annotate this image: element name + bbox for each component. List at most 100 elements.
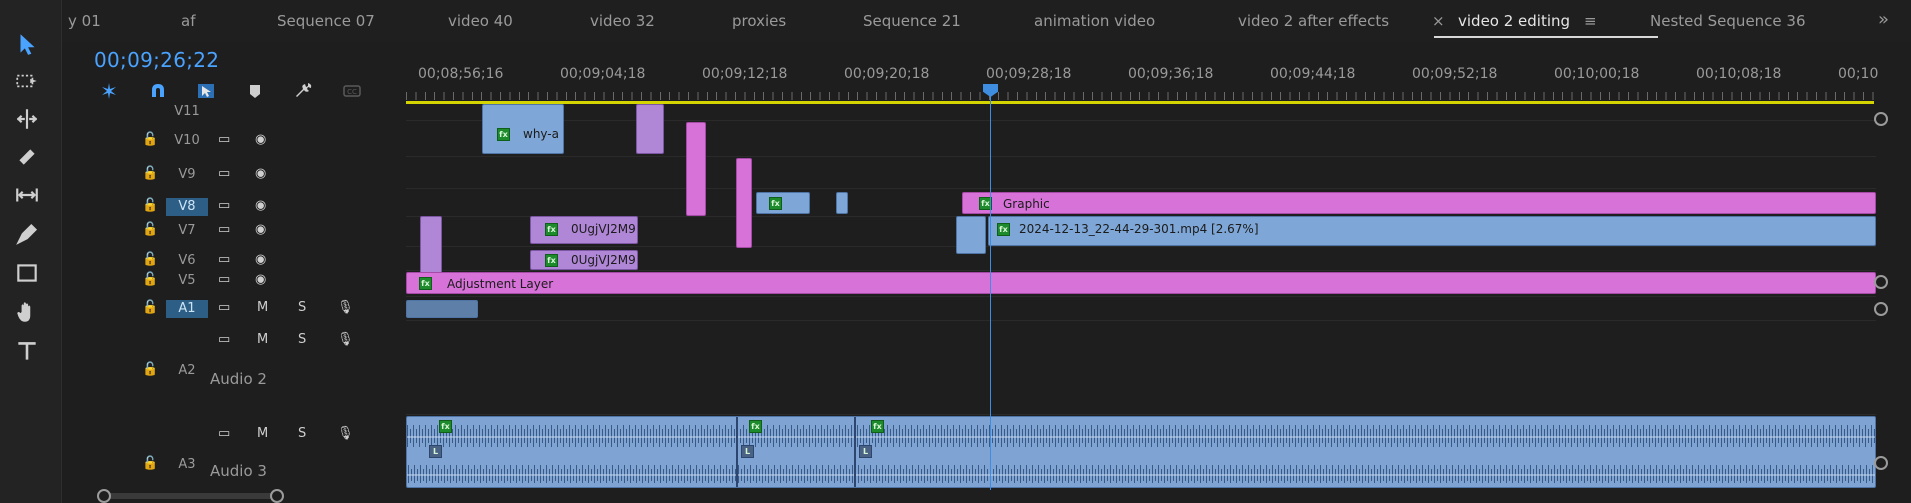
solo-button[interactable]: S — [298, 332, 306, 347]
clip-0ugjvj2m9-a[interactable]: fx 0UgjVJ2M9 — [530, 216, 638, 244]
vertical-scroll-handle[interactable] — [1874, 456, 1888, 470]
tab-overflow-icon[interactable]: » — [1878, 9, 1889, 30]
sync-lock-icon[interactable]: ▭ — [218, 222, 230, 237]
vertical-scroll-handle[interactable] — [1874, 112, 1888, 126]
sync-lock-icon[interactable]: ▭ — [218, 132, 230, 147]
lock-icon[interactable]: 🔓 — [142, 222, 158, 237]
clip-v7-purple[interactable] — [420, 216, 442, 274]
audio-clip-a1[interactable] — [406, 300, 478, 318]
timeline-canvas[interactable]: fx why-a fx fx Graphic fx 0UgjVJ2M9 fx 2… — [406, 104, 1876, 490]
vertical-scroll-handle[interactable] — [1874, 302, 1888, 316]
lock-icon[interactable]: 🔓 — [142, 132, 158, 147]
lock-icon[interactable]: 🔓 — [142, 166, 158, 181]
tab-video-2-editing[interactable]: video 2 editing — [1458, 12, 1570, 30]
tab-sequence-07[interactable]: Sequence 07 — [277, 12, 375, 30]
ruler-label: 00;09;52;18 — [1412, 66, 1498, 82]
mute-button[interactable]: M — [257, 426, 268, 441]
track-name[interactable]: V7 — [166, 222, 208, 240]
clip-v8-fx[interactable]: fx — [756, 192, 810, 214]
horizontal-zoom-scrollbar[interactable] — [104, 493, 278, 499]
zoom-scroll-handle-right[interactable] — [270, 489, 284, 503]
voiceover-mic-icon[interactable]: 🎙 — [337, 332, 354, 347]
razor-icon[interactable] — [10, 141, 44, 173]
add-marker-icon[interactable] — [242, 80, 268, 102]
lock-icon[interactable]: 🔓 — [142, 362, 158, 377]
mute-button[interactable]: M — [257, 332, 268, 347]
clip-v10-small[interactable] — [636, 104, 664, 154]
zoom-scroll-handle-left[interactable] — [97, 489, 111, 503]
clip-mp4[interactable]: fx 2024-12-13_22-44-29-301.mp4 [2.67%] — [988, 216, 1876, 246]
clip-pink-stack-2[interactable] — [736, 158, 752, 248]
clip-adjustment-layer[interactable]: fx Adjustment Layer — [406, 272, 1876, 294]
lock-icon[interactable]: 🔓 — [142, 300, 158, 315]
wrench-settings-icon[interactable] — [291, 80, 317, 102]
eye-icon[interactable]: ◉ — [255, 272, 266, 287]
track-name[interactable]: V9 — [166, 166, 208, 184]
track-name[interactable]: A3 — [166, 456, 208, 474]
selection-arrow-icon[interactable] — [10, 28, 44, 60]
eye-icon[interactable]: ◉ — [255, 222, 266, 237]
tab-video-40[interactable]: video 40 — [448, 12, 513, 30]
lock-icon[interactable]: 🔓 — [142, 272, 158, 287]
tab-video-2-after-effects[interactable]: video 2 after effects — [1238, 12, 1389, 30]
tab-af[interactable]: af — [181, 12, 195, 30]
clip-graphic[interactable]: fx Graphic — [962, 192, 1876, 214]
eye-icon[interactable]: ◉ — [255, 132, 266, 147]
clip-why-a[interactable]: fx why-a — [482, 104, 564, 154]
track-name[interactable]: V11 — [166, 103, 208, 121]
playhead-timecode[interactable]: 00;09;26;22 — [94, 48, 219, 72]
track-divider — [406, 320, 1876, 321]
tab-close-icon[interactable]: × — [1432, 12, 1445, 30]
track-name[interactable]: V5 — [166, 272, 208, 290]
nest-sequence-icon[interactable] — [96, 80, 122, 102]
eye-icon[interactable]: ◉ — [255, 166, 266, 181]
sync-lock-icon[interactable]: ▭ — [218, 198, 230, 213]
sync-lock-icon[interactable]: ▭ — [218, 166, 230, 181]
tab-proxies[interactable]: proxies — [732, 12, 786, 30]
sync-lock-icon[interactable]: ▭ — [218, 252, 230, 267]
track-name-targeted[interactable]: A1 — [166, 300, 208, 318]
mute-button[interactable]: M — [257, 300, 268, 315]
rectangle-icon[interactable] — [10, 257, 44, 289]
type-icon[interactable] — [10, 335, 44, 367]
audio-clip-a3[interactable]: fx fx fx L L L — [406, 416, 1876, 488]
eye-icon[interactable]: ◉ — [255, 252, 266, 267]
sync-lock-icon[interactable]: ▭ — [218, 300, 230, 315]
tab-animation-video[interactable]: animation video — [1034, 12, 1155, 30]
track-name-targeted[interactable]: V8 — [166, 198, 208, 216]
sync-lock-icon[interactable]: ▭ — [218, 272, 230, 287]
solo-button[interactable]: S — [298, 426, 306, 441]
voiceover-mic-icon[interactable]: 🎙 — [337, 426, 354, 441]
lock-icon[interactable]: 🔓 — [142, 198, 158, 213]
time-ruler[interactable]: 00;08;56;16 00;09;04;18 00;09;12;18 00;0… — [406, 58, 1878, 104]
tab-sequence-21[interactable]: Sequence 21 — [863, 12, 961, 30]
tab-menu-icon[interactable]: ≡ — [1584, 12, 1597, 30]
snap-magnet-icon[interactable] — [145, 80, 171, 102]
track-name[interactable]: A2 — [166, 362, 208, 380]
ripple-edit-icon[interactable] — [10, 103, 44, 135]
track-select-forward-icon[interactable] — [10, 65, 44, 97]
lock-icon[interactable]: 🔓 — [142, 456, 158, 471]
tab-y-01[interactable]: y 01 — [68, 12, 101, 30]
playhead-line[interactable] — [990, 84, 991, 490]
track-name[interactable]: V6 — [166, 252, 208, 270]
captions-icon[interactable]: CC — [339, 80, 365, 102]
track-name[interactable]: V10 — [166, 132, 208, 150]
clip-v7-blue-short[interactable] — [956, 216, 986, 254]
lock-icon[interactable]: 🔓 — [142, 252, 158, 267]
clip-pink-stack[interactable] — [686, 122, 706, 216]
tab-video-32[interactable]: video 32 — [590, 12, 655, 30]
pen-icon[interactable] — [10, 218, 44, 250]
vertical-scroll-handle[interactable] — [1874, 275, 1888, 289]
tab-nested-sequence-36[interactable]: Nested Sequence 36 — [1650, 12, 1806, 30]
solo-button[interactable]: S — [298, 300, 306, 315]
sync-lock-icon[interactable]: ▭ — [218, 332, 230, 347]
slip-icon[interactable] — [10, 179, 44, 211]
clip-0ugjvj2m9-b[interactable]: fx 0UgjVJ2M9 — [530, 250, 638, 270]
hand-icon[interactable] — [10, 296, 44, 328]
voiceover-mic-icon[interactable]: 🎙 — [337, 300, 354, 315]
linked-selection-icon[interactable] — [193, 80, 219, 102]
clip-v8-short[interactable] — [836, 192, 848, 214]
eye-icon[interactable]: ◉ — [255, 198, 266, 213]
sync-lock-icon[interactable]: ▭ — [218, 426, 230, 441]
